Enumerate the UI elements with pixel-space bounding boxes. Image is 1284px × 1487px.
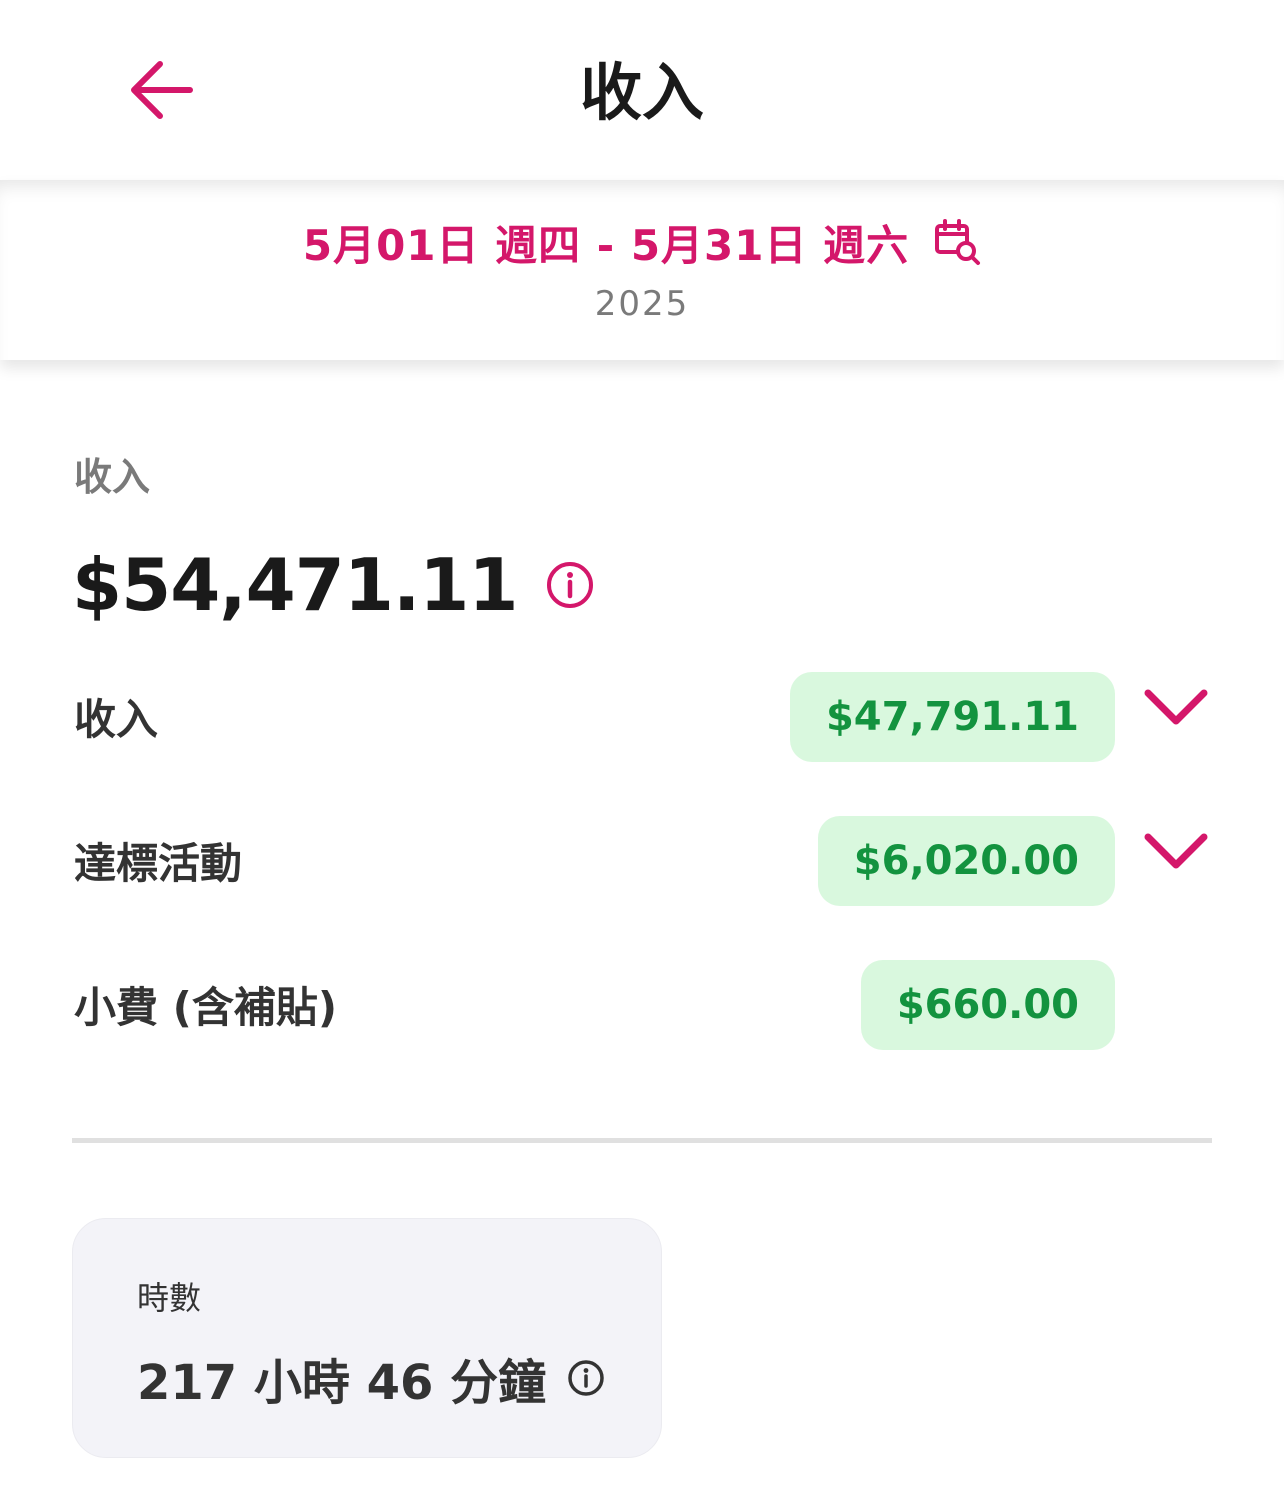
amount-pill: $660.00 (860, 960, 1115, 1050)
earnings-line-item-income[interactable]: 收入 $47,791.11 (0, 672, 1284, 762)
line-item-label: 收入 (74, 695, 159, 744)
earnings-section-label: 收入 (74, 455, 151, 499)
line-item-label: 達標活動 (74, 839, 243, 888)
info-icon[interactable] (545, 560, 595, 610)
hours-value: 217 小時 46 分鐘 (137, 1355, 547, 1411)
amount-pill: $47,791.11 (789, 672, 1115, 762)
amount-pill: $6,020.00 (817, 816, 1115, 906)
divider (72, 1138, 1212, 1143)
info-icon[interactable] (566, 1358, 606, 1398)
total-amount: $54,471.11 (72, 543, 518, 627)
calendar-search-icon[interactable] (933, 218, 981, 266)
date-range-text: 5月01日 週四 - 5月31日 週六 (302, 220, 910, 270)
hours-value-row: 217 小時 46 分鐘 (137, 1343, 606, 1413)
earnings-line-item-quests[interactable]: 達標活動 $6,020.00 (0, 816, 1284, 906)
hours-card: 時數 217 小時 46 分鐘 (72, 1218, 662, 1458)
hours-label: 時數 (137, 1279, 202, 1317)
total-earnings: $54,471.11 (72, 540, 595, 630)
chevron-down-icon[interactable] (1140, 682, 1212, 732)
earnings-line-item-tips: 小費 (含補貼) $660.00 (0, 960, 1284, 1050)
page-title: 收入 (579, 56, 704, 129)
chevron-down-icon[interactable] (1140, 826, 1212, 876)
app-header: 收入 (0, 0, 1284, 180)
date-range-selector[interactable]: 5月01日 週四 - 5月31日 週六 (0, 212, 1284, 272)
line-item-label: 小費 (含補貼) (74, 983, 338, 1032)
year-label: 2025 (594, 284, 690, 324)
